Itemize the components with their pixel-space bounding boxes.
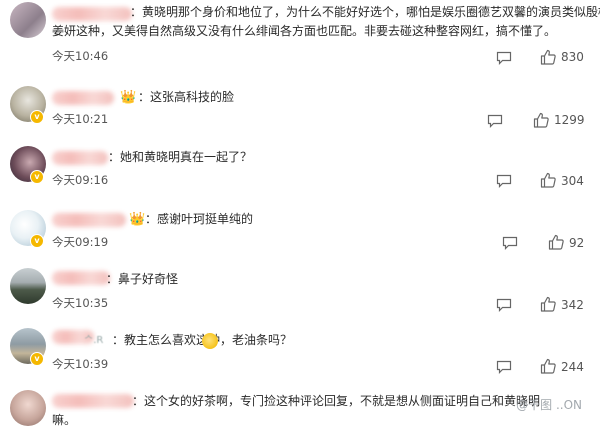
comment-reply-icon[interactable] — [496, 360, 512, 374]
comment-time: 今天10:39 — [52, 357, 109, 371]
like-count: 1299 — [554, 113, 585, 127]
vip-badge-icon: v — [30, 170, 44, 184]
thumbs-up-icon[interactable] — [540, 358, 556, 374]
sweat-smile-emoji-icon — [202, 333, 218, 349]
comment-reply-icon[interactable] — [496, 174, 512, 188]
comment-time: 今天09:16 — [52, 173, 109, 187]
thumbs-up-icon[interactable] — [548, 234, 564, 250]
avatar[interactable] — [10, 390, 46, 426]
comment-reply-icon[interactable] — [502, 236, 518, 250]
comment-text: ，老油条吗？ — [220, 333, 293, 347]
username-blurred[interactable] — [52, 271, 110, 285]
comment-text: ：这张高科技的脸 — [138, 90, 235, 104]
avatar[interactable] — [10, 2, 46, 38]
comment-text: ：感谢叶珂挺单纯的 — [145, 212, 254, 226]
comment-reply-icon[interactable] — [487, 114, 503, 128]
username-fragment[interactable]: ᄉ.R — [84, 331, 103, 346]
thumbs-up-icon[interactable] — [540, 296, 556, 312]
comment-time: 今天09:19 — [52, 235, 109, 249]
thumbs-up-icon[interactable] — [540, 172, 556, 188]
like-count: 830 — [561, 50, 584, 64]
vip-badge-icon: v — [30, 352, 44, 366]
comment-reply-icon[interactable] — [496, 51, 512, 65]
comment-time: 今天10:21 — [52, 112, 109, 126]
username-blurred[interactable] — [52, 151, 108, 165]
username-blurred[interactable] — [52, 213, 126, 227]
crown-emoji-icon: 👑 — [129, 212, 146, 227]
username-blurred[interactable] — [52, 394, 134, 408]
thumbs-up-icon[interactable] — [540, 49, 556, 65]
comment-text: ：黄晓明那个身价和地位了，为什么不能好好选个，哪怕是娱乐圈德艺双馨的演员类似殷桃 — [130, 5, 600, 19]
like-count: 342 — [561, 298, 584, 312]
comment-text: ：这个女的好茶啊，专门捡这种评论回复，不就是想从侧面证明自己和黄晓明 — [132, 394, 541, 408]
comment-time: 今天10:35 — [52, 296, 109, 310]
watermark-text: @千图 ..ON — [516, 398, 582, 412]
avatar[interactable] — [10, 268, 46, 304]
comment-time: 今天10:46 — [52, 49, 109, 63]
username-blurred[interactable] — [52, 7, 132, 21]
comment-text: ：她和黄晓明真在一起了？ — [108, 150, 253, 164]
crown-emoji-icon: 👑 — [120, 90, 137, 105]
thumbs-up-icon[interactable] — [533, 112, 549, 128]
comment-text: ：鼻子好奇怪 — [106, 272, 179, 286]
vip-badge-icon: v — [30, 110, 44, 124]
comment-reply-icon[interactable] — [496, 298, 512, 312]
like-count: 244 — [561, 360, 584, 374]
like-count: 92 — [569, 236, 585, 250]
vip-badge-icon: v — [30, 234, 44, 248]
like-count: 304 — [561, 174, 584, 188]
comment-text: 姜妍这种，又美得自然高级又没有什么绯闻各方面也匹配。非要去碰这种整容网红，搞不懂… — [52, 24, 557, 38]
username-blurred[interactable] — [52, 91, 114, 105]
comment-text: 嘛。 — [52, 413, 77, 427]
